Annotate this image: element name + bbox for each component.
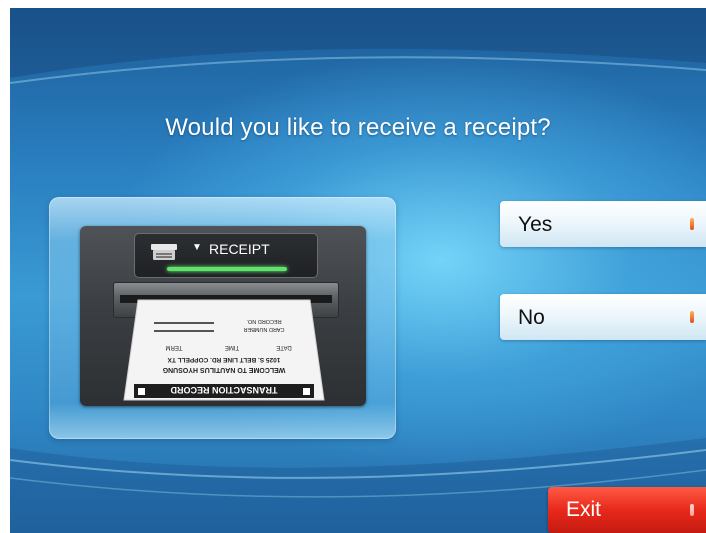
- receipt-illustration-panel: ▼ RECEIPT TRANSACTION RECORD WELCOME TO …: [49, 197, 396, 439]
- receipt-printer-illustration: ▼ RECEIPT TRANSACTION RECORD WELCOME TO …: [80, 226, 366, 406]
- yes-button[interactable]: Yes: [500, 201, 706, 247]
- receipt-line-title: TRANSACTION RECORD: [170, 385, 277, 395]
- receipt-line-date: DATE: [276, 344, 292, 350]
- receipt-line-card-number: CARD NUMBER: [244, 326, 285, 332]
- receipt-line-record-no: RECORD NO.: [246, 318, 282, 324]
- receipt-question: Would you like to receive a receipt?: [165, 114, 551, 141]
- exit-button-label: Exit: [566, 498, 602, 521]
- receipt-indicator-label: RECEIPT: [209, 241, 270, 257]
- receipt-line-address: 1025 S. BELT LINE RD. COPPELL TX: [167, 356, 280, 363]
- no-button-label: No: [518, 306, 545, 329]
- button-indicator-light: [690, 311, 694, 323]
- exit-button[interactable]: Exit: [548, 487, 706, 533]
- no-button[interactable]: No: [500, 294, 706, 340]
- printer-icon: [151, 244, 177, 260]
- button-indicator-light: [690, 218, 694, 230]
- atm-screen: Would you like to receive a receipt? ▼ R…: [10, 8, 706, 533]
- yes-button-label: Yes: [518, 213, 553, 236]
- triangle-down-icon: ▼: [192, 242, 202, 253]
- receipt-line-time: TIME: [225, 344, 239, 350]
- receipt-line-term: TERM: [166, 344, 183, 350]
- status-light-bar: [167, 267, 287, 271]
- receipt-line-welcome: WELCOME TO NAUTILUS HYOSUNG: [162, 366, 285, 373]
- button-indicator-light: [690, 504, 694, 516]
- receipt-indicator: ▼ RECEIPT: [134, 233, 318, 278]
